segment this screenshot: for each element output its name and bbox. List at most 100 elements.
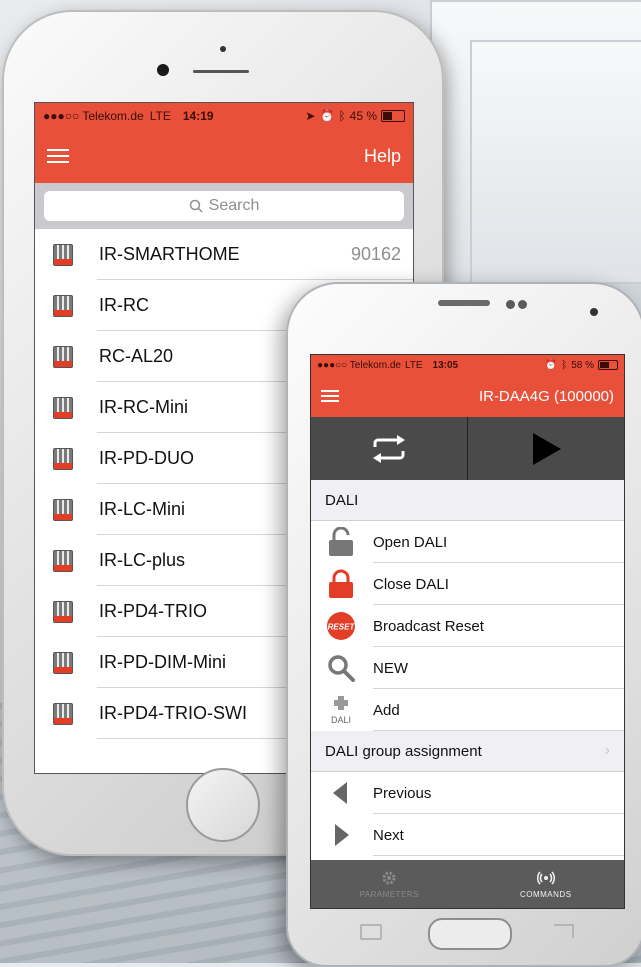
tab-commands[interactable]: COMMANDS: [468, 860, 625, 908]
gear-icon: [382, 871, 396, 884]
refresh-icon: [373, 434, 405, 463]
triangle-left-icon: [323, 782, 359, 804]
item-label: Next: [373, 826, 404, 844]
device-icon: [53, 345, 73, 368]
front-camera: [590, 308, 598, 316]
item-label: NEW: [373, 659, 408, 677]
list-item-label: RC-AL20: [99, 346, 174, 366]
menu-icon[interactable]: [47, 149, 69, 163]
recent-apps-key[interactable]: [554, 924, 574, 938]
background-window: [470, 40, 641, 284]
front-camera: [157, 64, 169, 76]
nav-bar: Help: [35, 129, 413, 183]
item-label: Broadcast Reset: [373, 617, 484, 635]
galaxy-device: ●●●○○ Telekom.de LTE 13:05 ⏰ ᛒ 58 % IR-D…: [286, 282, 641, 967]
carrier-label: ●●●○○ Telekom.de: [43, 109, 144, 123]
tab-label: PARAMETERS: [359, 889, 420, 899]
list-item-label: IR-LC-Mini: [99, 499, 186, 519]
list-item-label: IR-PD-DIM-Mini: [99, 652, 226, 672]
bluetooth-icon: ᛒ: [338, 109, 346, 123]
alarm-icon: ⏰: [319, 109, 335, 123]
section-header-dali: DALI: [311, 480, 624, 521]
home-button[interactable]: [186, 768, 260, 842]
network-label: LTE: [404, 359, 423, 371]
tab-parameters[interactable]: PARAMETERS: [311, 860, 468, 908]
add-item[interactable]: DALI Add: [311, 689, 624, 731]
status-bar: ●●●○○ Telekom.de LTE 13:05 ⏰ ᛒ 58 %: [311, 355, 624, 375]
next-item[interactable]: Next: [311, 814, 624, 856]
item-label: Close DALI: [373, 575, 449, 593]
alarm-icon: ⏰: [544, 359, 558, 371]
device-icon: [53, 702, 73, 725]
list-item-label: IR-LC-plus: [99, 550, 186, 570]
lock-closed-icon: [323, 569, 359, 599]
broadcast-icon: [536, 871, 555, 884]
device-icon: [53, 498, 73, 521]
status-bar: ●●●○○ Telekom.de LTE 14:19 ➤ ⏰ ᛒ 45 %: [35, 103, 413, 129]
list-item-label: IR-RC-Mini: [99, 397, 188, 417]
device-icon: [53, 294, 73, 317]
reset-icon-text: RESET: [328, 623, 356, 632]
device-icon: [53, 651, 73, 674]
battery-percent: 45 %: [349, 109, 377, 123]
location-icon: ➤: [305, 109, 316, 123]
play-icon: [533, 432, 561, 465]
lock-open-icon: [323, 527, 359, 557]
device-icon: [53, 396, 73, 419]
tab-bar: PARAMETERS COMMANDS: [311, 860, 624, 908]
previous-item[interactable]: Previous: [311, 772, 624, 814]
play-button[interactable]: [468, 417, 624, 480]
menu-icon[interactable]: [321, 390, 339, 402]
carrier-label: ●●●○○ Telekom.de: [317, 359, 401, 371]
add-dali-icon: DALI: [323, 695, 359, 725]
add-dali-icon-text: DALI: [331, 715, 351, 725]
sensor-dot: [518, 300, 527, 309]
device-title: IR-DAA4G (100000): [478, 387, 614, 405]
triangle-right-icon: [323, 824, 359, 846]
nav-bar: IR-DAA4G (100000): [311, 375, 624, 417]
device-icon: [53, 243, 73, 266]
new-item[interactable]: NEW: [311, 647, 624, 689]
sensor-dot: [506, 300, 515, 309]
section-title: DALI group assignment: [325, 742, 482, 760]
list-item-label: IR-PD4-TRIO: [99, 601, 207, 621]
list-item-label: IR-RC: [99, 295, 149, 315]
back-key[interactable]: [360, 924, 382, 940]
chevron-right-icon: ›: [604, 742, 610, 759]
section-title: DALI: [325, 491, 359, 509]
item-label: Previous: [373, 784, 432, 802]
close-dali-item[interactable]: Close DALI: [311, 563, 624, 605]
list-item-label: IR-PD4-TRIO-SWI: [99, 703, 247, 723]
help-button[interactable]: Help: [364, 146, 401, 167]
battery-icon: [381, 110, 405, 122]
earpiece-speaker: [438, 300, 490, 306]
search-icon: [323, 654, 359, 682]
section-header-group-assignment[interactable]: DALI group assignment ›: [311, 731, 624, 772]
search-input[interactable]: Search: [44, 191, 404, 221]
battery-percent: 58 %: [571, 359, 594, 371]
status-time: 13:05: [432, 359, 459, 371]
bluetooth-icon: ᛒ: [561, 359, 568, 371]
galaxy-screen: ●●●○○ Telekom.de LTE 13:05 ⏰ ᛒ 58 % IR-D…: [310, 354, 625, 909]
list-item[interactable]: IR-SMARTHOME 90162: [35, 229, 413, 280]
status-right: ⏰ ᛒ 58 %: [545, 360, 618, 371]
earpiece-speaker: [193, 70, 249, 73]
home-button[interactable]: [428, 918, 512, 950]
item-label: Add: [373, 701, 400, 719]
list-item-label: IR-PD-DUO: [99, 448, 194, 468]
battery-icon: [598, 360, 618, 370]
open-dali-item[interactable]: Open DALI: [311, 521, 624, 563]
refresh-button[interactable]: [311, 417, 468, 480]
list-item-count: 90162: [350, 244, 401, 264]
tab-label: COMMANDS: [519, 889, 572, 899]
control-bar: [311, 417, 624, 480]
network-label: LTE: [149, 109, 171, 123]
status-right: ➤ ⏰ ᛒ 45 %: [305, 109, 405, 123]
status-time: 14:19: [182, 109, 214, 123]
device-icon: [53, 600, 73, 623]
item-label: Open DALI: [373, 533, 448, 551]
reset-icon: RESET: [323, 611, 359, 641]
broadcast-reset-item[interactable]: RESET Broadcast Reset: [311, 605, 624, 647]
device-icon: [53, 549, 73, 572]
list-item-label: IR-SMARTHOME: [99, 244, 240, 264]
